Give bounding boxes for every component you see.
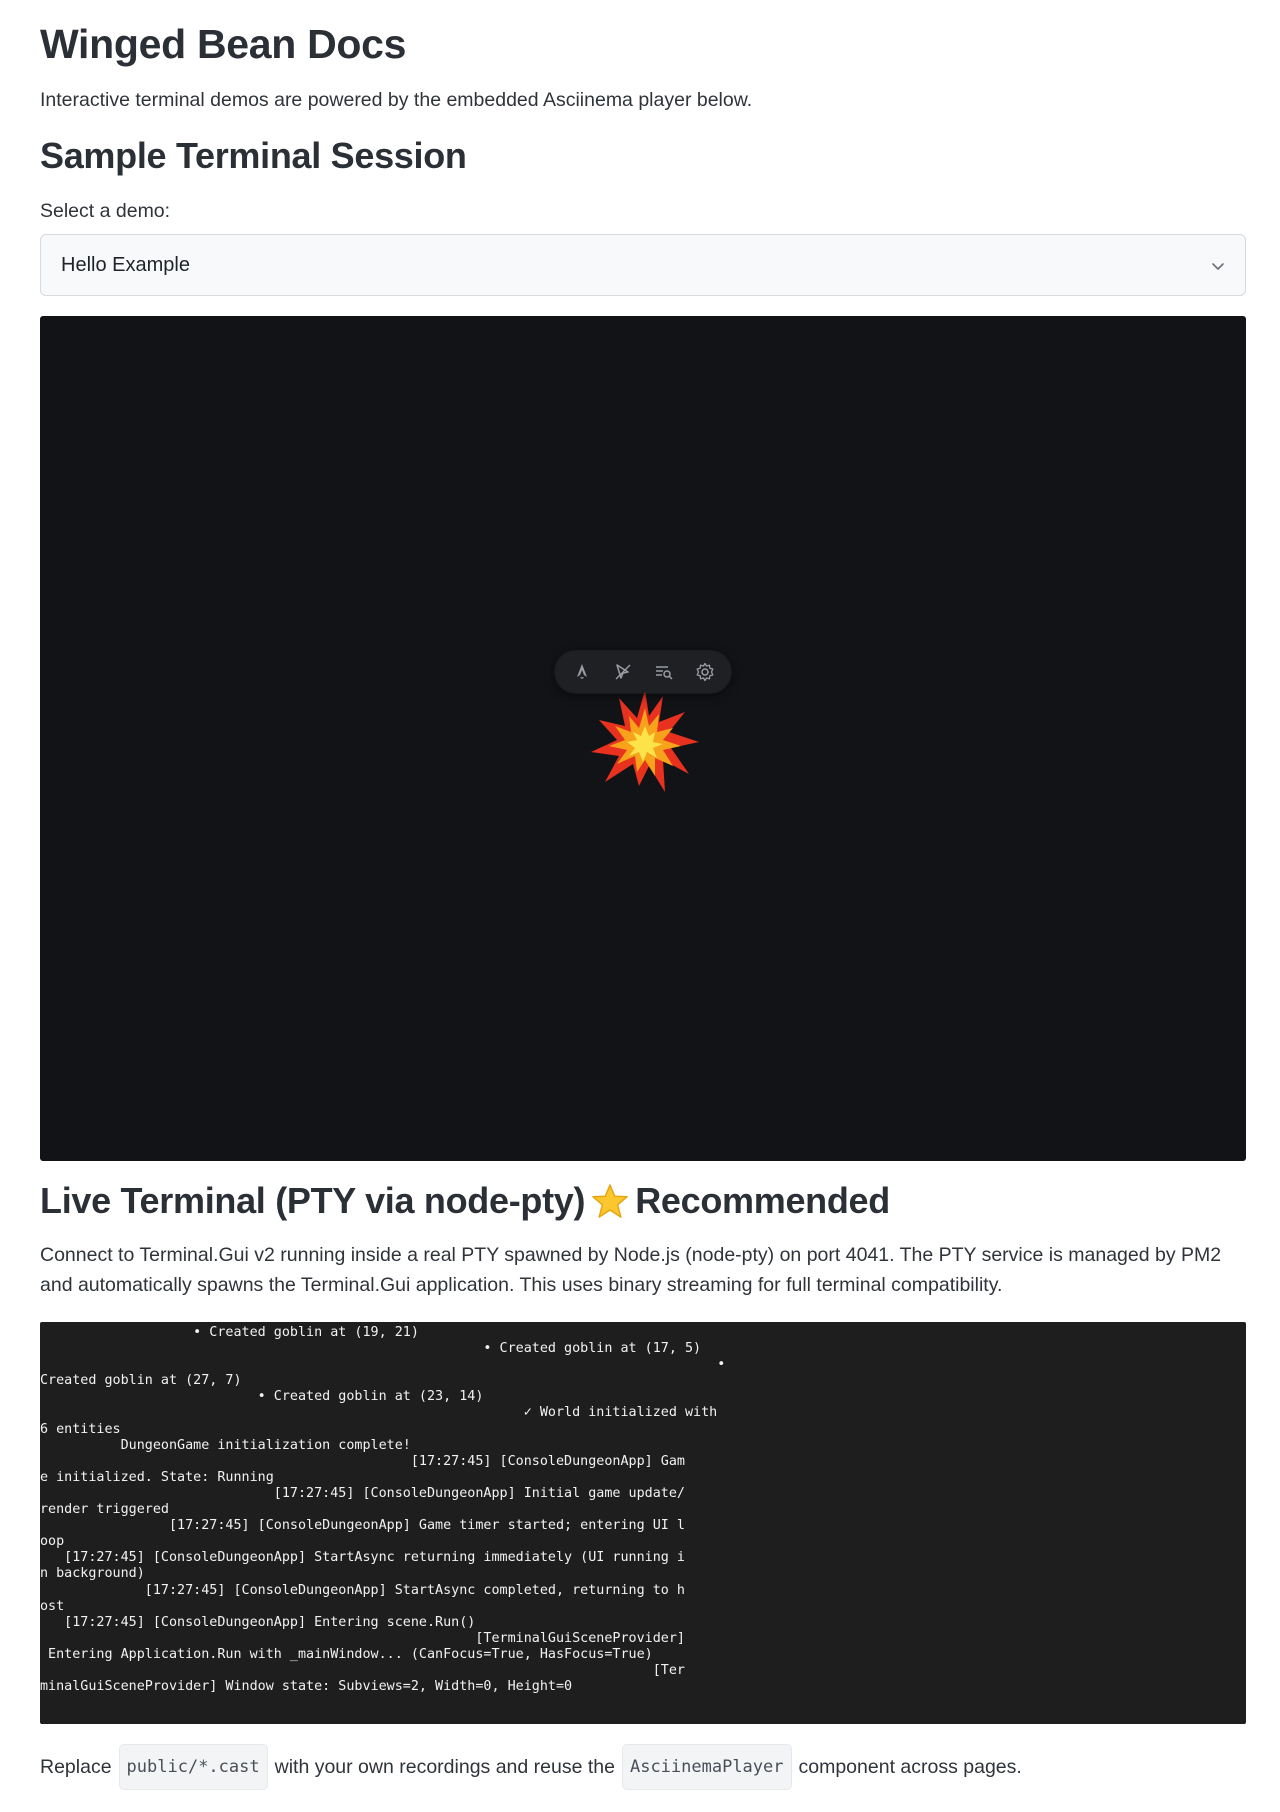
explosion-icon: [591, 690, 699, 792]
demo-select[interactable]: Hello Example: [40, 234, 1246, 296]
asciinema-player[interactable]: [40, 316, 1246, 1161]
live-terminal-description: Connect to Terminal.Gui v2 running insid…: [40, 1244, 1222, 1296]
page-title: Winged Bean Docs: [40, 21, 407, 67]
footer-text-middle: with your own recordings and reuse the: [274, 1756, 615, 1778]
recommended-label: Recommended: [635, 1180, 890, 1221]
cursor-icon[interactable]: [608, 657, 638, 687]
terminal-output: • Created goblin at (19, 21) • Created g…: [40, 1325, 726, 1695]
live-terminal-heading-text: Live Terminal (PTY via node-pty): [40, 1180, 586, 1221]
demo-select-label: Select a demo:: [40, 200, 171, 222]
sample-session-heading: Sample Terminal Session: [40, 135, 467, 176]
intro-text: Interactive terminal demos are powered b…: [40, 89, 753, 111]
astro-logo-icon[interactable]: [567, 657, 597, 687]
cast-path-code: public/*.cast: [118, 1744, 268, 1790]
footer-text-before: Replace: [40, 1756, 112, 1778]
player-toolbar: [555, 651, 731, 693]
docs-page: Winged Bean Docs Interactive terminal de…: [0, 0, 1280, 1812]
footer-note: Replace public/*.cast with your own reco…: [40, 1744, 1022, 1790]
demo-select-value: Hello Example: [61, 253, 190, 276]
footer-text-after: component across pages.: [798, 1756, 1022, 1778]
search-list-icon[interactable]: [649, 657, 679, 687]
live-terminal-heading: Live Terminal (PTY via node-pty) Recomme…: [40, 1178, 890, 1224]
live-terminal[interactable]: • Created goblin at (19, 21) • Created g…: [40, 1322, 1246, 1724]
gear-icon[interactable]: [690, 657, 720, 687]
chevron-down-icon: [1212, 263, 1224, 270]
star-icon: [592, 1184, 628, 1218]
component-name-code: AsciinemaPlayer: [621, 1744, 792, 1790]
